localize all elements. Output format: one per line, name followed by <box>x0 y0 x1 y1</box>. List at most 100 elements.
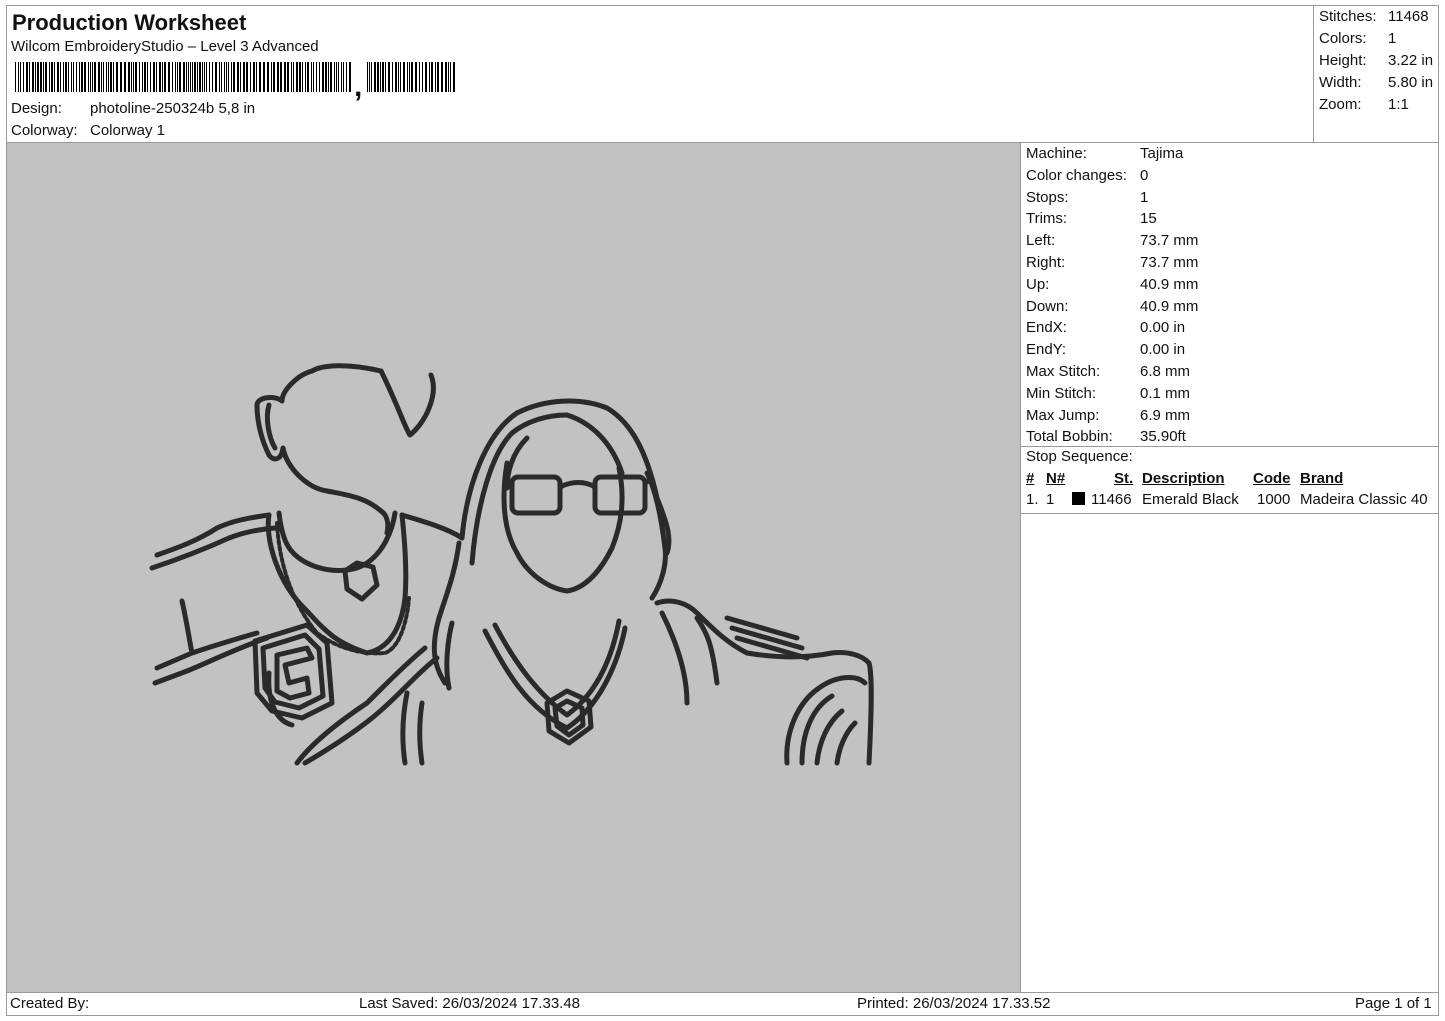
barcode-bar <box>231 62 232 92</box>
barcode-bar <box>150 62 151 92</box>
barcode-bar <box>287 62 289 92</box>
barcode-bar <box>101 62 102 92</box>
barcode-bar <box>336 62 337 92</box>
barcode-bar <box>81 62 83 92</box>
stop-sequence-title: Stop Sequence: <box>1026 448 1133 465</box>
info-row-trims: Trims: 15 <box>1021 208 1439 230</box>
barcode-bar <box>425 62 427 92</box>
barcode-bar <box>153 62 155 92</box>
barcode-bar <box>133 62 134 92</box>
barcode-bar <box>106 62 107 92</box>
panel-separator <box>1021 446 1439 447</box>
barcode-bar <box>175 62 176 92</box>
info-row-min-stitch: Min Stitch: 0.1 mm <box>1021 383 1439 405</box>
barcode-bar <box>124 62 126 92</box>
stat-stitches: Stitches: 11468 <box>1319 6 1439 28</box>
info-row-color-changes: Color changes: 0 <box>1021 165 1439 187</box>
stat-value: 11468 <box>1388 8 1429 25</box>
barcode-bar <box>35 62 36 92</box>
barcode-bar <box>346 62 347 92</box>
barcode-bar <box>90 62 91 92</box>
info-value: Tajima <box>1140 145 1184 162</box>
row-description: Emerald Black <box>1142 491 1239 508</box>
barcode-bar <box>322 62 324 92</box>
barcode-bar <box>183 62 185 92</box>
info-value: 40.9 mm <box>1140 297 1199 315</box>
barcode-bar <box>448 62 449 92</box>
info-value: 6.9 mm <box>1140 406 1191 424</box>
barcode-bar <box>131 62 132 92</box>
page-title: Production Worksheet <box>12 10 247 35</box>
barcode-bar <box>253 62 255 92</box>
barcode-bar <box>188 62 189 92</box>
barcode-bar <box>403 62 405 92</box>
info-row-total-bobbin: Total Bobbin: 35.90ft <box>1021 426 1439 448</box>
col-header-brand: Brand <box>1300 470 1344 487</box>
barcode-bar <box>63 62 64 92</box>
info-row-max-jump: Max Jump: 6.9 mm <box>1021 405 1439 427</box>
barcode-bar <box>334 62 335 92</box>
info-row-machine: Machine: Tajima <box>1021 143 1439 165</box>
barcode-bar <box>51 62 53 92</box>
barcode-bar <box>20 62 21 92</box>
barcode-bar <box>224 62 225 92</box>
barcode-bar <box>159 62 161 92</box>
barcode-bar <box>237 62 239 92</box>
barcode-bar <box>435 62 436 92</box>
barcode-bar <box>179 62 181 92</box>
barcode-bar <box>259 62 261 92</box>
barcode-icon <box>15 62 455 92</box>
barcode-bar <box>206 62 207 92</box>
barcode-bar <box>37 62 39 92</box>
info-value: 15 <box>1140 210 1157 228</box>
barcode-bar <box>445 62 447 92</box>
barcode-bar <box>415 62 417 92</box>
barcode-bar <box>296 62 298 92</box>
stat-value: 5.80 in <box>1388 74 1434 91</box>
col-header-n: N# <box>1046 470 1066 487</box>
info-label: Min Stitch: <box>1026 384 1097 402</box>
colorway-label: Colorway: <box>11 122 78 139</box>
stat-label: Zoom: <box>1319 96 1362 113</box>
info-label: EndY: <box>1026 341 1067 359</box>
barcode-bar <box>186 62 187 92</box>
colorway-line: Colorway: Colorway 1 <box>11 122 165 139</box>
barcode-bar <box>57 62 59 92</box>
info-label: Max Stitch: <box>1026 362 1101 380</box>
info-label: EndX: <box>1026 319 1067 337</box>
barcode-bar <box>325 62 327 92</box>
col-header-num: # <box>1026 470 1035 487</box>
barcode-bar <box>380 62 381 92</box>
barcode-bar <box>190 62 191 92</box>
barcode-bar <box>194 62 196 92</box>
barcode-bar <box>212 62 213 92</box>
info-row-right: Right: 73.7 mm <box>1021 252 1439 274</box>
info-value: 6.8 mm <box>1140 362 1191 380</box>
info-row-left: Left: 73.7 mm <box>1021 230 1439 252</box>
barcode-bar <box>84 62 86 92</box>
stat-label: Height: <box>1319 52 1367 69</box>
barcode-bar <box>243 62 245 92</box>
barcode-bar <box>172 62 173 92</box>
barcode-bar <box>302 62 303 92</box>
stat-height: Height: 3.22 in <box>1319 50 1439 72</box>
info-label: Down: <box>1026 297 1069 315</box>
barcode-bar <box>307 62 309 92</box>
barcode-bar <box>395 62 397 92</box>
barcode-bar <box>341 62 342 92</box>
row-st: 11466 <box>1091 491 1132 508</box>
machine-info-panel: Machine: Tajima Color changes: 0 Stops: 1 T… <box>1021 143 1439 448</box>
info-value: 73.7 mm <box>1140 253 1199 271</box>
color-swatch <box>1072 492 1085 505</box>
info-value: 1 <box>1140 188 1149 206</box>
barcode-bar <box>65 62 67 92</box>
barcode-bar <box>120 62 122 92</box>
barcode-bar <box>240 62 241 92</box>
barcode-bar <box>45 62 47 92</box>
barcode-bar <box>349 62 351 92</box>
barcode-bar <box>164 62 166 92</box>
barcode-bar <box>409 62 410 92</box>
info-label: Color changes: <box>1026 166 1127 184</box>
barcode-bar <box>330 62 332 92</box>
barcode-bar <box>246 62 248 92</box>
